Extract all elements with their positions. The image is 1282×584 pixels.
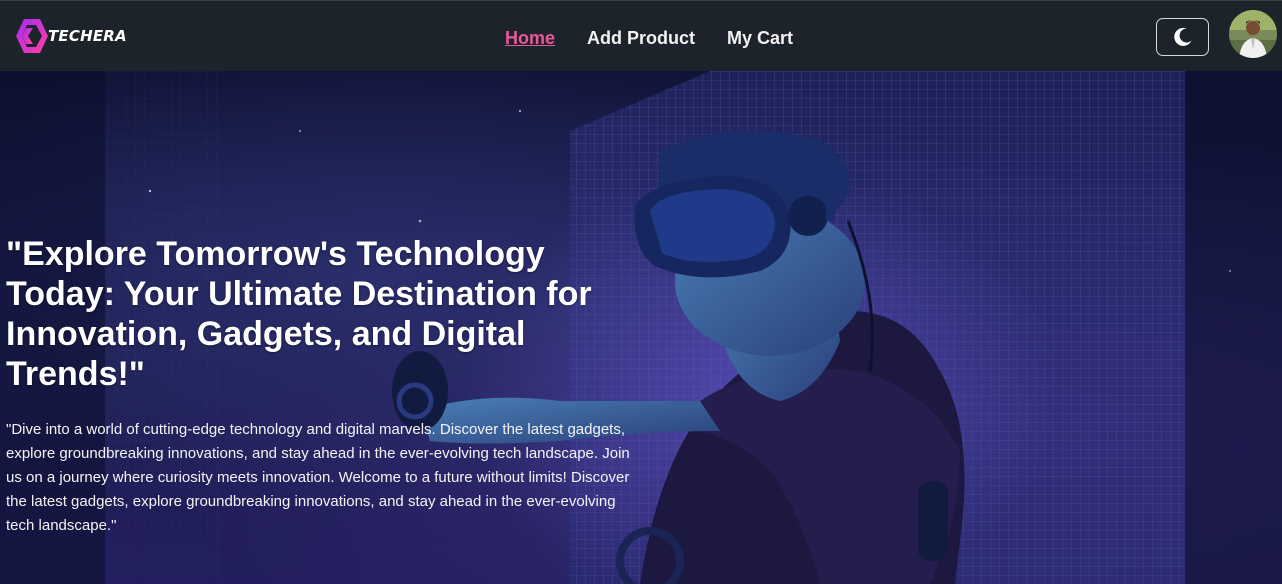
moon-icon (1173, 27, 1191, 46)
user-avatar-photo (1229, 10, 1277, 58)
hero-text-block: "Explore Tomorrow's Technology Today: Yo… (6, 234, 646, 538)
logo-text: TECHERA (48, 27, 127, 45)
nav-link-home[interactable]: Home (505, 27, 555, 49)
hero-section: "Explore Tomorrow's Technology Today: Yo… (0, 71, 1282, 584)
nav-link-add-product[interactable]: Add Product (587, 27, 695, 49)
navbar: TECHERA Home Add Product My Cart (0, 0, 1282, 71)
nav-link-my-cart[interactable]: My Cart (727, 27, 793, 49)
techera-logo[interactable]: TECHERA (14, 17, 127, 55)
theme-toggle-button[interactable] (1156, 18, 1209, 56)
nav-links: Home Add Product My Cart (505, 27, 825, 49)
user-avatar[interactable] (1229, 10, 1277, 58)
logo-hexagon-icon (16, 19, 48, 53)
hero-title: "Explore Tomorrow's Technology Today: Yo… (6, 235, 592, 393)
hero-description: "Dive into a world of cutting-edge techn… (6, 421, 630, 534)
